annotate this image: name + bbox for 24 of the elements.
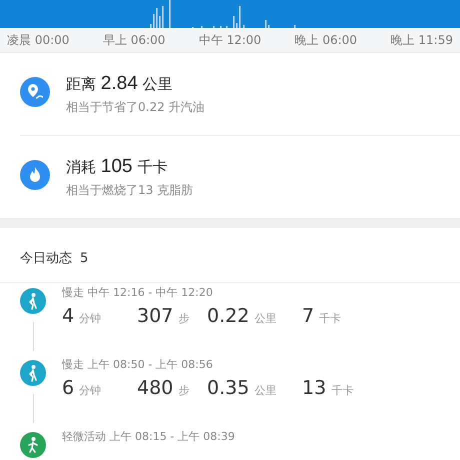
activity-stat: 4 分钟 [62, 305, 102, 327]
location-pin-icon [20, 77, 50, 107]
time-label: 早上 06:00 [102, 32, 166, 48]
section-title: 今日动态 [20, 250, 72, 267]
activity-stat: 0.35 公里 [207, 377, 278, 399]
time-label: 晚上 06:00 [294, 32, 358, 48]
summary-note: 相当于燃烧了13 克脂肪 [66, 182, 194, 199]
activity-stat: 307 步 [137, 305, 190, 327]
activity-time: 轻微活动 上午 08:15 - 上午 08:39 [62, 429, 235, 444]
activity-stat: 13 千卡 [302, 377, 354, 399]
activity-count: 5 [80, 250, 88, 266]
time-label: 凌晨 00:00 [7, 32, 70, 48]
summary-heading: 距离 2.84 公里 [66, 73, 174, 95]
time-label: 晚上 11:59 [390, 32, 453, 48]
activity-time: 慢走 上午 08:50 - 上午 08:56 [62, 357, 214, 372]
activity-stat: 480 步 [137, 377, 190, 399]
activity-stat: 7 千卡 [302, 305, 342, 327]
summary-heading: 消耗 105 千卡 [66, 156, 168, 178]
summary-note: 相当于节省了0.22 升汽油 [66, 99, 205, 116]
activity-time: 慢走 中午 12:16 - 中午 12:20 [62, 285, 214, 300]
activity-stat: 0.22 公里 [207, 305, 278, 327]
flame-icon [20, 160, 50, 190]
activity-stat: 6 分钟 [62, 377, 102, 399]
time-label: 中午 12:00 [198, 32, 262, 48]
